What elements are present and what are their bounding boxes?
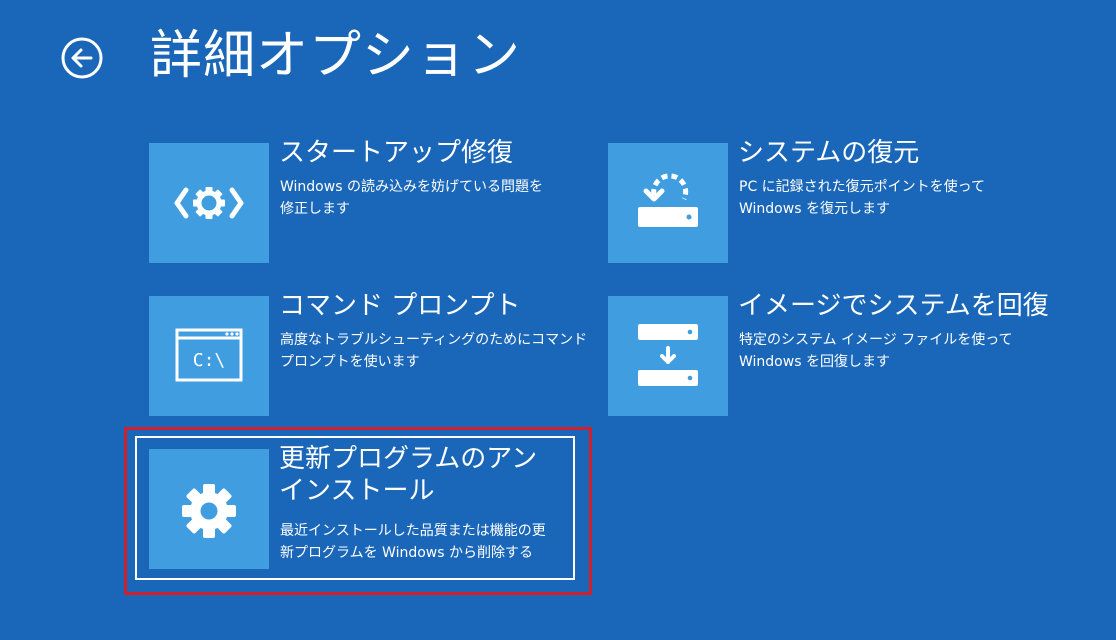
option-uninstall-updates[interactable]: 更新プログラムのアンインストール 最近インストールした品質または機能の更 新プロ… xyxy=(149,444,589,571)
option-title: システムの復元 xyxy=(738,138,920,168)
option-title: コマンド プロンプト xyxy=(279,291,521,321)
option-description: 高度なトラブルシューティングのためにコマンド プロンプトを使います xyxy=(280,329,588,373)
system-image-icon xyxy=(638,324,698,386)
option-tile xyxy=(608,296,728,416)
description-line: 新プログラムを Windows から削除する xyxy=(280,545,533,561)
option-title: 更新プログラムのアンインストール xyxy=(279,444,538,506)
description-line: プロンプトを使います xyxy=(280,354,420,370)
description-line: 特定のシステム イメージ ファイルを使って xyxy=(739,332,1013,348)
option-description: Windows の読み込みを妨げている問題を 修正します xyxy=(280,176,580,220)
description-line: 高度なトラブルシューティングのためにコマンド xyxy=(280,332,588,348)
page-title: 詳細オプション xyxy=(150,26,522,86)
option-title: イメージでシステムを回復 xyxy=(738,291,1049,321)
option-tile xyxy=(608,143,728,263)
command-prompt-icon: C:\ xyxy=(175,328,243,382)
option-startup-repair[interactable]: スタートアップ修復 Windows の読み込みを妨げている問題を 修正します xyxy=(149,138,589,265)
option-command-prompt[interactable]: C:\ コマンド プロンプト 高度なトラブルシューティングのためにコマンド プロ… xyxy=(149,291,589,418)
description-line: Windows の読み込みを妨げている問題を xyxy=(280,179,543,195)
option-system-restore[interactable]: システムの復元 PC に記録された復元ポイントを使って Windows を復元し… xyxy=(608,138,1048,265)
gear-icon xyxy=(182,484,236,538)
system-restore-icon xyxy=(638,173,698,227)
description-line: Windows を回復します xyxy=(739,354,890,370)
option-system-image-recovery[interactable]: イメージでシステムを回復 特定のシステム イメージ ファイルを使って Windo… xyxy=(608,291,1049,418)
option-tile xyxy=(149,143,269,263)
option-description: 特定のシステム イメージ ファイルを使って Windows を回復します xyxy=(739,329,1039,373)
startup-repair-icon xyxy=(174,187,244,219)
option-tile xyxy=(149,449,269,569)
description-line: 修正します xyxy=(280,201,350,217)
option-description: 最近インストールした品質または機能の更 新プログラムを Windows から削除… xyxy=(280,520,580,564)
option-tile: C:\ xyxy=(149,296,269,416)
option-description: PC に記録された復元ポイントを使って Windows を復元します xyxy=(739,176,1039,220)
description-line: PC に記録された復元ポイントを使って xyxy=(739,179,985,195)
command-prompt-icon-text: C:\ xyxy=(193,350,226,371)
description-line: 最近インストールした品質または機能の更 xyxy=(280,523,546,539)
description-line: Windows を復元します xyxy=(739,201,890,217)
option-title: スタートアップ修復 xyxy=(279,138,514,168)
back-button[interactable] xyxy=(60,36,104,80)
back-arrow-icon xyxy=(61,37,103,79)
